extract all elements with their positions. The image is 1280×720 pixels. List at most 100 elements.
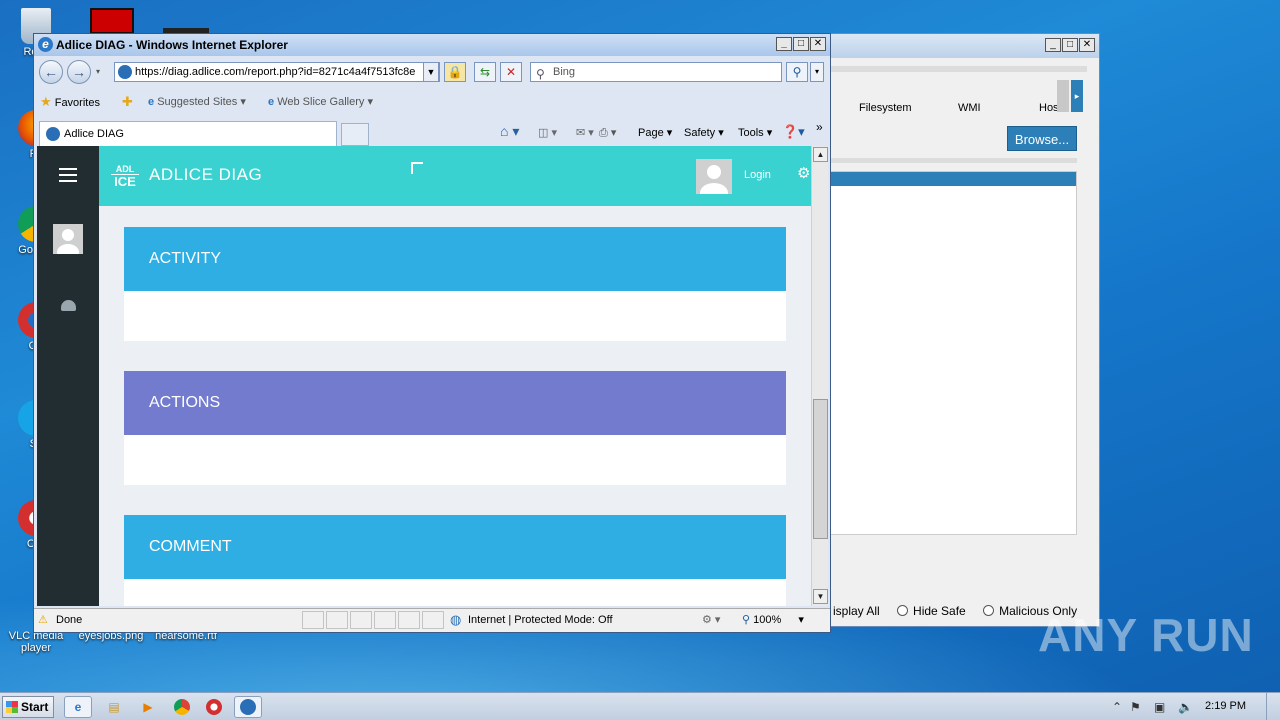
user-avatar[interactable] (696, 159, 732, 194)
lock-icon[interactable]: 🔒 (444, 62, 466, 82)
stop-button[interactable]: ✕ (500, 62, 522, 82)
results-panel[interactable] (829, 171, 1077, 535)
tray-expand-icon[interactable]: ⌃ (1112, 700, 1122, 714)
status-cell (398, 611, 420, 629)
history-dropdown-icon[interactable]: ▾ (96, 67, 100, 76)
address-input[interactable]: https://diag.adlice.com/report.php?id=82… (114, 62, 440, 82)
login-link[interactable]: Login (744, 169, 771, 181)
scroll-up-button[interactable]: ▲ (813, 147, 828, 162)
close-button[interactable]: ✕ (810, 37, 826, 51)
zoom-level: 100% (753, 614, 782, 626)
scroll-thumb[interactable] (813, 399, 828, 539)
tab-scroll-right[interactable]: ▸ (1071, 80, 1083, 112)
favorites-bar: ★ Favorites ✚ e Suggested Sites ▾ e Web … (34, 91, 830, 113)
page-scrollbar[interactable]: ▲ ▼ (811, 146, 828, 606)
menu-toggle-icon[interactable] (59, 168, 77, 182)
brand-title[interactable]: ADLICE DIAG (149, 165, 262, 185)
background-window[interactable]: _ □ ✕ Filesystem WMI Hos ▸ Browse... isp… (826, 33, 1100, 627)
taskbar-chrome-icon[interactable] (168, 696, 196, 718)
maximize-button[interactable]: □ (793, 37, 809, 51)
status-bar: ⚠ Done ◍ Internet | Protected Mode: Off … (34, 608, 830, 632)
activity-box: ACTIVITY (124, 227, 786, 341)
home-icon[interactable]: ⌂ ▾ (500, 123, 519, 140)
search-button[interactable]: ⚲ (786, 62, 808, 82)
suggested-sites-label: Suggested Sites (157, 96, 238, 108)
web-slice-gallery-link[interactable]: e Web Slice Gallery ▾ (268, 91, 373, 113)
ie-page-icon: e (148, 96, 155, 108)
taskbar-opera-icon[interactable] (200, 696, 228, 718)
desktop-icon-label: VLC media player (8, 630, 64, 654)
star-icon: ★ (40, 94, 52, 109)
help-icon[interactable]: ❓▾ (782, 124, 805, 140)
tab-scroll-left[interactable] (1057, 80, 1069, 112)
start-button[interactable]: Start (2, 696, 54, 718)
mail-icon[interactable]: ✉ ▾ (576, 126, 594, 139)
address-dropdown-button[interactable]: ▼ (423, 62, 439, 82)
suggested-sites-link[interactable]: e Suggested Sites ▾ (148, 91, 246, 113)
feeds-icon[interactable]: ◫ ▾ (538, 126, 557, 139)
pdf-icon[interactable] (90, 8, 134, 34)
show-desktop-button[interactable] (1266, 693, 1280, 720)
ie-window[interactable]: e Adlice DIAG - Windows Internet Explore… (33, 33, 831, 633)
activity-header[interactable]: ACTIVITY (124, 227, 786, 291)
tab-filesystem[interactable]: Filesystem (859, 102, 912, 114)
search-input[interactable]: ⚲ Bing (530, 62, 782, 82)
tab-hosts[interactable]: Hos (1039, 102, 1059, 114)
zoom-icon: ⚲ (742, 614, 751, 626)
web-page[interactable]: ADL ICE ADLICE DIAG Login ⚙ ACTIVITY ACT… (37, 146, 811, 606)
browse-button[interactable]: Browse... (1007, 126, 1077, 151)
refresh-button[interactable]: ⇆ (474, 62, 496, 82)
ie-titlebar[interactable]: e Adlice DIAG - Windows Internet Explore… (34, 34, 830, 56)
dashboard-icon[interactable] (61, 300, 76, 311)
status-cell (302, 611, 324, 629)
actions-header[interactable]: ACTIONS (124, 371, 786, 435)
separator-strip (831, 158, 1077, 163)
tools-menu[interactable]: Tools ▾ (738, 126, 772, 139)
add-favorite-icon[interactable]: ✚ (122, 91, 133, 113)
scroll-down-button[interactable]: ▼ (813, 589, 828, 604)
forward-button[interactable]: → (67, 60, 91, 84)
radio-display-all-label[interactable]: isplay All (833, 604, 880, 618)
safety-menu[interactable]: Safety ▾ (684, 126, 724, 139)
search-options-icon[interactable]: ▾ (810, 62, 824, 82)
protected-mode-icon[interactable]: ⚙ ▾ (702, 609, 720, 631)
more-commands-icon[interactable]: » (816, 120, 823, 134)
print-icon[interactable]: ⎙ ▾ (599, 126, 616, 140)
desktop-icon-vlc[interactable]: VLC media player (6, 630, 66, 654)
taskbar-adlice-icon[interactable] (234, 696, 262, 718)
system-clock[interactable]: 2:19 PM (1205, 700, 1246, 712)
new-tab-button[interactable] (341, 123, 369, 146)
close-button[interactable]: ✕ (1079, 38, 1095, 52)
adlice-logo: ADL ICE (111, 164, 139, 188)
page-menu[interactable]: Page ▾ (638, 126, 672, 139)
gear-icon[interactable]: ⚙ (797, 164, 810, 182)
network-icon[interactable]: ▣ (1154, 700, 1165, 714)
radio-hide-safe-label[interactable]: Hide Safe (913, 604, 966, 618)
volume-icon[interactable]: 🔈 (1178, 700, 1193, 714)
taskbar-media-player-icon[interactable]: ▶ (134, 696, 162, 718)
tab-wmi[interactable]: WMI (958, 102, 981, 114)
zoom-control[interactable]: ⚲ 100% ▾ (742, 609, 804, 631)
background-window-titlebar[interactable]: _ □ ✕ (827, 34, 1099, 58)
safety-menu-label: Safety (684, 127, 716, 139)
taskbar-explorer-icon[interactable]: ▤ (100, 696, 128, 718)
tab-command-row: Adlice DIAG ⌂ ▾ ◫ ▾ ✉ ▾ ⎙ ▾ Page ▾ Safet… (34, 120, 830, 146)
zone-text[interactable]: Internet | Protected Mode: Off (468, 609, 613, 631)
maximize-button[interactable]: □ (1062, 38, 1078, 52)
action-center-flag-icon[interactable]: ⚑ (1130, 700, 1141, 714)
logo-top: ADL (115, 164, 135, 174)
sidebar-avatar[interactable] (53, 224, 83, 254)
radio-hide-safe[interactable] (897, 605, 909, 616)
globe-icon: ◍ (450, 612, 462, 627)
favorites-label: Favorites (54, 97, 100, 109)
taskbar-ie-icon[interactable]: e (64, 696, 92, 718)
minimize-button[interactable]: _ (1045, 38, 1061, 52)
tab-title: Adlice DIAG (64, 128, 124, 140)
tab-adlice-diag[interactable]: Adlice DIAG (39, 121, 337, 146)
comment-header[interactable]: COMMENT (124, 515, 786, 579)
toolbar-strip (831, 66, 1087, 72)
favorites-button[interactable]: ★ Favorites (40, 91, 100, 114)
minimize-button[interactable]: _ (776, 37, 792, 51)
back-button[interactable]: ← (39, 60, 63, 84)
radio-malicious-only[interactable] (983, 605, 995, 616)
